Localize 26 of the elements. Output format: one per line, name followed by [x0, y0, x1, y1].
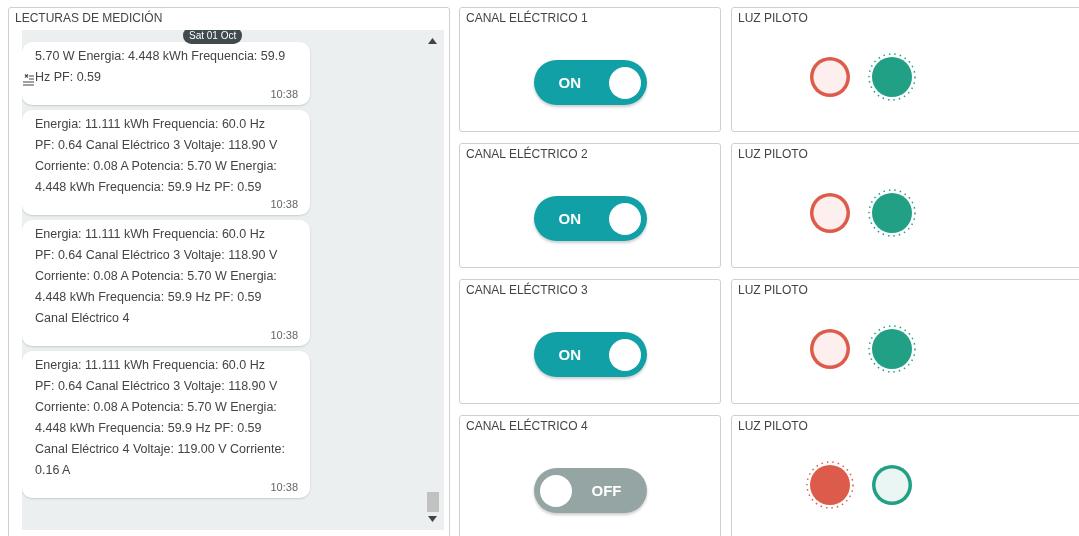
- message-time: 10:38: [270, 481, 298, 494]
- message-time: 10:38: [270, 329, 298, 342]
- toggle-switch[interactable]: ON: [533, 196, 647, 241]
- message-text: Energia: 11.111 kWh Frequencia: 60.0 Hz PF: 0.64 Canal Eléctrico 3 Voltaje: 118.90 V Corriente: 0.08 A Potencia: 5.70 W Energia: 4.448 kWh Frequencia: 59.9 Hz PF: 0.59 Canal Eléctrico 4: [35, 226, 279, 327]
- message-text: Energia: 11.111 kWh Frequencia: 60.0 Hz PF: 0.64 Canal Eléctrico 3 Voltaje: 118.90 V Corriente: 0.08 A Potencia: 5.70 W Energia: 4.448 kWh Frequencia: 59.9 Hz PF: 0.59: [35, 116, 279, 196]
- date-badge: Sat 01 Oct: [183, 30, 243, 44]
- scroll-up-icon[interactable]: [428, 38, 437, 44]
- toggle-switch[interactable]: OFF: [533, 468, 647, 513]
- panel-title: LECTURAS DE MEDICIÓN: [14, 9, 164, 27]
- message-text: 5.70 W Energia: 4.448 kWh Frequencia: 59.9 Hz PF: 0.59: [35, 48, 287, 86]
- scrollbar-thumb[interactable]: [427, 492, 439, 512]
- message-time: 10:38: [270, 198, 298, 211]
- scroll-down-icon[interactable]: [428, 516, 437, 522]
- card-title: CANAL ELÉCTRICO 1: [465, 9, 589, 27]
- card-title: CANAL ELÉCTRICO 2: [465, 145, 589, 163]
- message-text: Energia: 11.111 kWh Frequencia: 60.0 Hz PF: 0.64 Canal Eléctrico 3 Voltaje: 118.90 V Corriente: 0.08 A Potencia: 5.70 W Energia: 4.448 kWh Frequencia: 59.9 Hz PF: 0.59 Canal Eléctrico 4 Voltaje: 119.00 V Corriente: 0.16 A: [35, 357, 286, 479]
- clear-list-icon[interactable]: [22, 74, 34, 86]
- toggle-switch[interactable]: ON: [533, 332, 647, 377]
- card-title: LUZ PILOTO: [737, 418, 809, 435]
- card-title: LUZ PILOTO: [737, 282, 809, 299]
- card-title: LUZ PILOTO: [737, 10, 809, 27]
- card-title: CANAL ELÉCTRICO 3: [465, 281, 589, 299]
- message-time: 10:38: [270, 88, 298, 101]
- toggle-switch[interactable]: ON: [533, 60, 647, 105]
- card-title: CANAL ELÉCTRICO 4: [465, 417, 589, 435]
- card-title: LUZ PILOTO: [737, 146, 809, 163]
